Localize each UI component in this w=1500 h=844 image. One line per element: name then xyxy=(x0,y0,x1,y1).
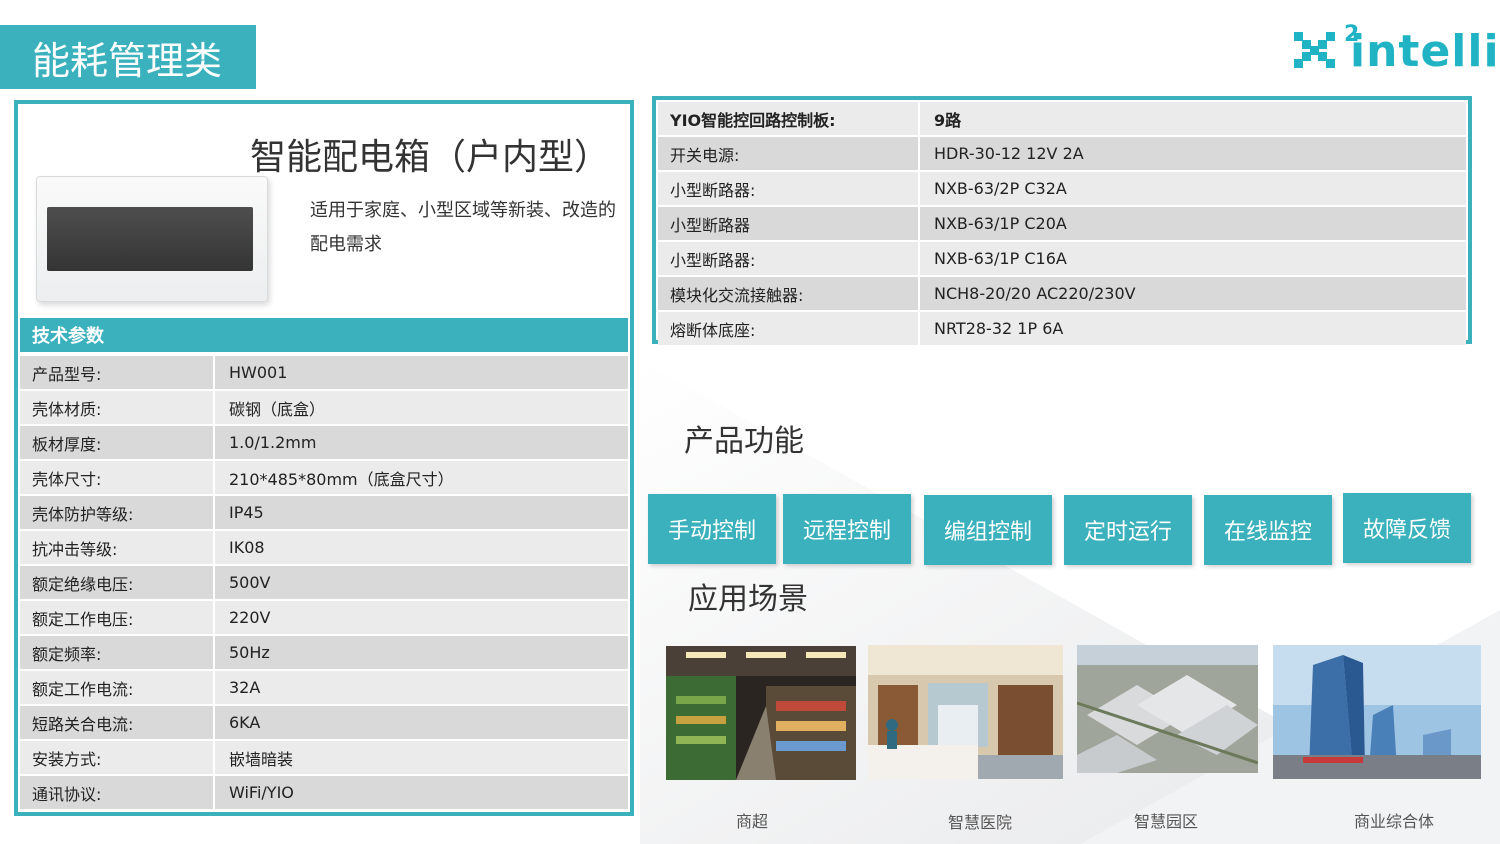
component-value: HDR-30-12 12V 2A xyxy=(920,137,1466,172)
spec-key: 额定工作电压: xyxy=(20,601,215,636)
spec-value: 1.0/1.2mm xyxy=(215,426,628,461)
logo-text: intelli xyxy=(1350,26,1500,77)
spec-value: 嵌墙暗装 xyxy=(215,741,628,776)
table-row: 产品型号: HW001 xyxy=(20,356,628,391)
component-key: 小型断路器: xyxy=(658,242,920,277)
table-row: 模块化交流接触器: NCH8-20/20 AC220/230V xyxy=(658,277,1466,312)
scene-label-supermarket: 商超 xyxy=(735,812,768,831)
table-row: 额定工作电压: 220V xyxy=(20,601,628,636)
table-row: 额定频率: 50Hz xyxy=(20,636,628,671)
table-row: 小型断路器 NXB-63/1P C20A xyxy=(658,207,1466,242)
component-key: 小型断路器 xyxy=(658,207,920,242)
table-row: 小型断路器: NXB-63/1P C16A xyxy=(658,242,1466,277)
scene-label-park: 智慧园区 xyxy=(1133,812,1198,831)
table-row: 额定工作电流: 32A xyxy=(20,671,628,706)
component-value: NRT28-32 1P 6A xyxy=(920,312,1466,347)
table-row: 通讯协议: WiFi/YIO xyxy=(20,776,628,811)
component-value: NXB-63/1P C20A xyxy=(920,207,1466,242)
spec-header: 技术参数 xyxy=(20,318,628,352)
spec-key: 壳体防护等级: xyxy=(20,496,215,531)
component-key: YIO智能控回路控制板: xyxy=(658,102,920,137)
spec-value: 32A xyxy=(215,671,628,706)
spec-key: 壳体材质: xyxy=(20,391,215,426)
spec-value: 碳钢（底盒） xyxy=(215,391,628,426)
table-row: YIO智能控回路控制板: 9路 xyxy=(658,102,1466,137)
component-value: NXB-63/1P C16A xyxy=(920,242,1466,277)
spec-value: IP45 xyxy=(215,496,628,531)
commercial-complex-photo xyxy=(1273,645,1481,779)
supermarket-photo xyxy=(666,646,856,780)
component-key: 模块化交流接触器: xyxy=(658,277,920,312)
spec-value: 6KA xyxy=(215,706,628,741)
function-fault-feedback[interactable]: 故障反馈 xyxy=(1343,493,1471,563)
spec-table: 产品型号: HW001 壳体材质: 碳钢（底盒） 板材厚度: 1.0/1.2mm 壳体… xyxy=(20,356,628,811)
table-row: 壳体尺寸: 210*485*80mm（底盒尺寸） xyxy=(20,461,628,496)
table-row: 短路关合电流: 6KA xyxy=(20,706,628,741)
spec-key: 额定绝缘电压: xyxy=(20,566,215,601)
distribution-box-cover xyxy=(47,207,253,271)
table-row: 安装方式: 嵌墙暗装 xyxy=(20,741,628,776)
table-row: 壳体防护等级: IP45 xyxy=(20,496,628,531)
product-description: 适用于家庭、小型区域等新装、改造的配电需求 xyxy=(310,200,616,255)
component-table: YIO智能控回路控制板: 9路 开关电源: HDR-30-12 12V 2A 小型断… xyxy=(652,96,1472,347)
product-title: 智能配电箱（户内型） xyxy=(250,137,611,178)
scene-label-hospital: 智慧医院 xyxy=(947,813,1012,832)
spec-key: 壳体尺寸: xyxy=(20,461,215,496)
industrial-park-photo xyxy=(1077,645,1258,773)
component-key: 开关电源: xyxy=(658,137,920,172)
function-group-control[interactable]: 编组控制 xyxy=(924,495,1052,565)
table-row: 小型断路器: NXB-63/2P C32A xyxy=(658,172,1466,207)
table-row: 额定绝缘电压: 500V xyxy=(20,566,628,601)
product-spec-panel: 智能配电箱（户内型） 适用于家庭、小型区域等新装、改造的配电需求 技术参数 产品… xyxy=(14,100,634,816)
spec-value: HW001 xyxy=(215,356,628,391)
table-row: 开关电源: HDR-30-12 12V 2A xyxy=(658,137,1466,172)
functions-title: 产品功能 xyxy=(684,424,804,459)
spec-value: 50Hz xyxy=(215,636,628,671)
component-key: 小型断路器: xyxy=(658,172,920,207)
table-row: 熔断体底座: NRT28-32 1P 6A xyxy=(658,312,1466,347)
table-row: 抗冲击等级: IK08 xyxy=(20,531,628,566)
function-remote-control[interactable]: 远程控制 xyxy=(783,494,911,564)
spec-value: IK08 xyxy=(215,531,628,566)
component-value: NCH8-20/20 AC220/230V xyxy=(920,277,1466,312)
logo-x-icon xyxy=(1294,32,1335,68)
spec-key: 板材厚度: xyxy=(20,426,215,461)
spec-key: 额定频率: xyxy=(20,636,215,671)
spec-key: 短路关合电流: xyxy=(20,706,215,741)
component-key: 熔断体底座: xyxy=(658,312,920,347)
table-row: 板材厚度: 1.0/1.2mm xyxy=(20,426,628,461)
spec-value: WiFi/YIO xyxy=(215,776,628,811)
spec-value: 500V xyxy=(215,566,628,601)
function-timed-run[interactable]: 定时运行 xyxy=(1064,495,1192,565)
function-online-monitor[interactable]: 在线监控 xyxy=(1204,495,1332,565)
spec-key: 额定工作电流: xyxy=(20,671,215,706)
spec-key: 产品型号: xyxy=(20,356,215,391)
scene-label-complex: 商业综合体 xyxy=(1353,812,1434,831)
spec-value: 210*485*80mm（底盒尺寸） xyxy=(215,461,628,496)
spec-key: 抗冲击等级: xyxy=(20,531,215,566)
function-manual-control[interactable]: 手动控制 xyxy=(648,494,776,564)
category-tag: 能耗管理类 xyxy=(0,25,256,89)
brand-logo: 2 intelli xyxy=(1292,22,1499,78)
spec-key: 安装方式: xyxy=(20,741,215,776)
distribution-box-image xyxy=(36,176,268,302)
component-value: 9路 xyxy=(920,102,1466,137)
table-row: 壳体材质: 碳钢（底盒） xyxy=(20,391,628,426)
hospital-ward-photo xyxy=(868,645,1063,779)
component-value: NXB-63/2P C32A xyxy=(920,172,1466,207)
scenes-title: 应用场景 xyxy=(688,582,808,617)
spec-key: 通讯协议: xyxy=(20,776,215,811)
spec-value: 220V xyxy=(215,601,628,636)
